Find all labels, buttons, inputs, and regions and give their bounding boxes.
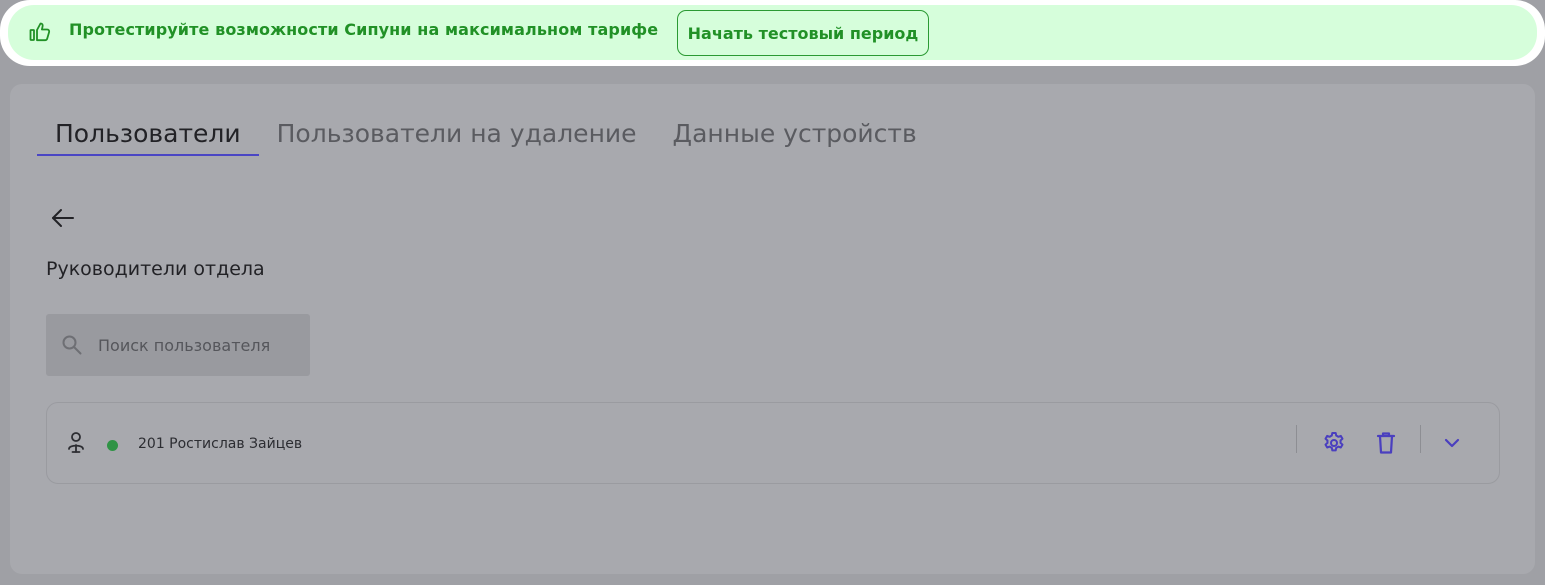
divider — [1420, 425, 1421, 453]
trash-icon[interactable] — [1375, 431, 1397, 459]
tab-users[interactable]: Пользователи — [37, 116, 259, 156]
promo-text: Протестируйте возможности Сипуни на макс… — [69, 20, 659, 39]
arrow-left-icon[interactable] — [50, 205, 76, 231]
promo-banner-wrapper: Протестируйте возможности Сипуни на макс… — [0, 0, 1545, 66]
search-input[interactable] — [98, 332, 298, 358]
tabs-bar: Пользователи Пользователи на удаление Да… — [37, 116, 935, 158]
search-icon — [61, 334, 83, 356]
promo-banner: Протестируйте возможности Сипуни на макс… — [8, 5, 1537, 60]
status-indicator — [107, 440, 118, 451]
start-trial-button[interactable]: Начать тестовый период — [677, 10, 929, 56]
user-icon — [65, 431, 87, 455]
tab-device-data[interactable]: Данные устройств — [655, 116, 935, 156]
search-box[interactable] — [46, 314, 310, 376]
chevron-down-icon[interactable] — [1443, 435, 1461, 454]
gear-icon[interactable] — [1322, 431, 1346, 459]
user-name: 201 Ростислав Зайцев — [138, 436, 303, 452]
tab-users-for-deletion[interactable]: Пользователи на удаление — [259, 116, 655, 156]
section-title: Руководители отдела — [46, 258, 265, 280]
divider — [1296, 425, 1297, 453]
user-row[interactable]: 201 Ростислав Зайцев — [46, 402, 1500, 484]
thumbs-up-icon — [29, 22, 51, 42]
